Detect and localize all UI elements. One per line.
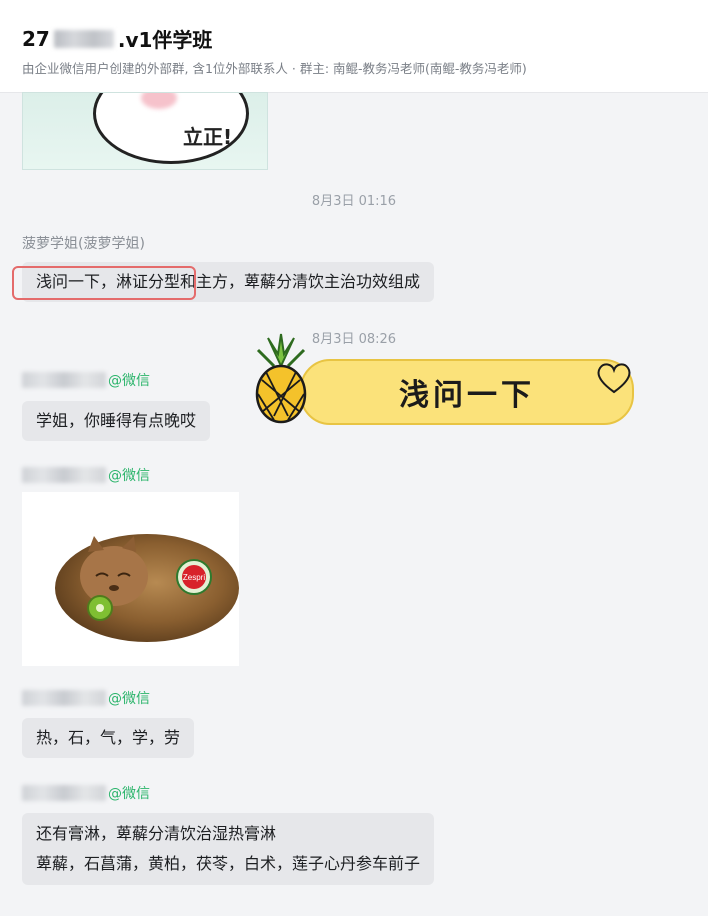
message-sender[interactable]: @微信	[22, 465, 150, 485]
chat-title[interactable]: 27 .v1伴学班	[22, 24, 212, 53]
sticker-text: 立正!	[183, 125, 233, 149]
title-redacted	[53, 29, 114, 48]
cat-kiwi-sticker-icon: Zespri	[55, 534, 239, 642]
chat-subtitle: 由企业微信用户创建的外部群, 含1位外部联系人 · 群主: 南鲲-教务冯老师(南…	[22, 61, 527, 76]
sender-name-redacted	[22, 690, 106, 706]
message-bubble[interactable]: 浅问一下，淋证分型和主方，萆薢分清饮主治功效组成	[22, 262, 435, 302]
title-suffix: .v1伴学班	[117, 28, 213, 52]
message-bubble[interactable]: 热，石，气，学，劳	[22, 718, 195, 758]
wechat-suffix: @微信	[108, 468, 150, 484]
image-message[interactable]: Zespri	[22, 492, 239, 666]
wechat-suffix: @微信	[108, 691, 150, 707]
pineapple-icon	[255, 333, 307, 424]
sender-name-redacted	[22, 785, 106, 801]
message-line: 萆薢，石菖蒲，黄柏，茯苓，白术，莲子心丹参车前子	[36, 854, 421, 873]
message-bubble[interactable]: 学姐，你睡得有点晚哎	[22, 401, 211, 441]
heart-icon	[597, 363, 631, 394]
wechat-suffix: @微信	[108, 786, 150, 802]
wechat-suffix: @微信	[108, 373, 150, 389]
kiwi-brand-label: Zespri	[183, 573, 205, 582]
message-sender[interactable]: @微信	[22, 783, 150, 803]
sender-name-redacted	[22, 372, 106, 388]
overlay-banner: 浅问一下	[300, 359, 634, 425]
message-sender[interactable]: @微信	[22, 370, 150, 390]
message-line: 还有膏淋，萆薢分清饮治湿热膏淋	[36, 824, 277, 843]
timestamp: 8月3日 08:26	[311, 332, 397, 347]
timestamp: 8月3日 01:16	[311, 194, 397, 209]
title-prefix: 27	[22, 26, 50, 51]
sticker-image-top[interactable]: 立正!	[22, 92, 268, 170]
message-bubble[interactable]: 还有膏淋，萆薢分清饮治湿热膏淋 萆薢，石菖蒲，黄柏，茯苓，白术，莲子心丹参车前子	[22, 813, 435, 885]
sender-name-redacted	[22, 467, 106, 483]
message-sender[interactable]: 菠萝学姐(菠萝学姐)	[22, 233, 145, 253]
message-sender[interactable]: @微信	[22, 688, 150, 708]
chat-header: 27 .v1伴学班 由企业微信用户创建的外部群, 含1位外部联系人 · 群主: …	[0, 0, 708, 93]
